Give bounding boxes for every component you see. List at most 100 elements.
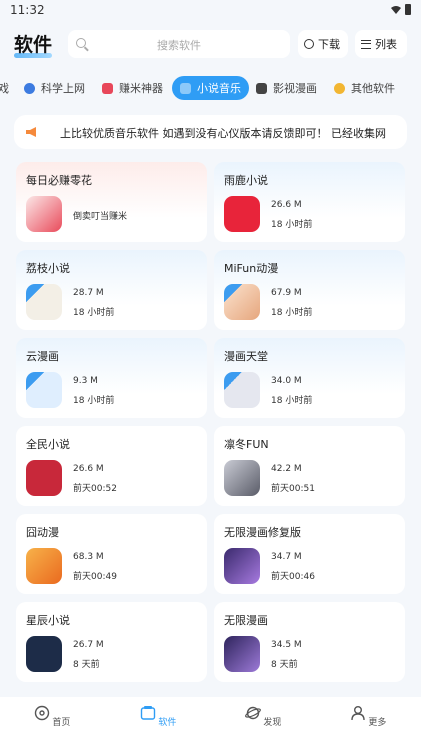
globe-icon — [24, 82, 35, 94]
app-updated: 前天00:49 — [73, 572, 117, 582]
nav-label: 软件 — [158, 718, 177, 728]
list-view-button[interactable]: 列表 — [355, 30, 407, 58]
download-button[interactable]: 下载 — [298, 30, 348, 58]
gift-icon — [102, 82, 113, 94]
tab-label: 科学上网 — [41, 82, 85, 95]
app-card[interactable]: 云漫画 9.3 M 18 小时前 — [16, 338, 207, 418]
header: 软件 搜索软件 下载 列表 — [0, 28, 421, 62]
app-card[interactable]: 无限漫画 34.5 M 8 天前 — [214, 602, 405, 682]
app-name: 星辰小说 — [26, 614, 70, 627]
quanmin-novel-icon — [26, 460, 62, 496]
infinite-comic-icon — [224, 636, 260, 672]
lindong-fun-icon — [224, 460, 260, 496]
nav-home[interactable]: 首页 — [22, 705, 82, 728]
app-name: 凛冬FUN — [224, 438, 269, 451]
app-card[interactable]: MiFun动漫 67.9 M 18 小时前 — [214, 250, 405, 330]
tab-label: 影视漫画 — [273, 82, 317, 95]
category-tabs: 戏 科学上网 赚米神器 小说音乐 +5 影视漫画 +1 其他软件 +6 — [0, 76, 421, 100]
app-size: 26.6 M — [73, 464, 104, 474]
nav-discover[interactable]: 发现 — [233, 705, 293, 728]
tab-label: 赚米神器 — [119, 82, 163, 95]
app-updated: 前天00:46 — [271, 572, 315, 582]
tab-earn[interactable]: 赚米神器 — [102, 76, 163, 100]
emoji-icon — [334, 82, 345, 94]
notice-text: 上比较优质音乐软件 如遇到没有心仪版本请反馈即可！ 已经收集网 — [60, 127, 386, 140]
nav-label: 首页 — [52, 718, 71, 728]
reward-app-icon — [26, 196, 62, 232]
nav-more[interactable]: 更多 — [338, 705, 398, 728]
tab-label: 戏 — [0, 82, 9, 95]
app-size: 34.5 M — [271, 640, 302, 650]
app-updated: 前天00:52 — [73, 484, 117, 494]
app-size: 34.7 M — [271, 552, 302, 562]
home-icon — [34, 705, 49, 721]
jiong-anime-icon — [26, 548, 62, 584]
app-updated: 8 天前 — [271, 660, 298, 670]
book-icon — [180, 82, 191, 94]
battery-icon — [405, 4, 411, 15]
yulu-novel-icon — [224, 196, 260, 232]
lizhi-novel-icon — [26, 284, 62, 320]
app-card[interactable]: 荔枝小说 28.7 M 18 小时前 — [16, 250, 207, 330]
app-name: 全民小说 — [26, 438, 70, 451]
app-updated: 8 天前 — [73, 660, 100, 670]
app-size: 42.2 M — [271, 464, 302, 474]
app-card[interactable]: 全民小说 26.6 M 前天00:52 — [16, 426, 207, 506]
comic-heaven-icon — [224, 372, 260, 408]
bottom-nav: 首页 软件 发现 更多 — [0, 697, 421, 749]
app-size: 68.3 M — [73, 552, 104, 562]
app-size: 26.6 M — [271, 200, 302, 210]
nav-label: 更多 — [368, 718, 387, 728]
page-title: 软件 — [14, 34, 53, 56]
list-label: 列表 — [375, 38, 397, 51]
app-updated: 18 小时前 — [271, 220, 313, 230]
app-card[interactable]: 囧动漫 68.3 M 前天00:49 — [16, 514, 207, 594]
app-description: 倒卖叮当赚米 — [73, 212, 128, 222]
discover-icon — [244, 706, 261, 720]
search-placeholder: 搜索软件 — [157, 39, 201, 52]
status-icons — [391, 4, 411, 15]
search-input[interactable]: 搜索软件 — [68, 30, 290, 58]
tab-games[interactable]: 戏 — [0, 76, 9, 100]
app-size: 67.9 M — [271, 288, 302, 298]
tab-other[interactable]: 其他软件 — [334, 76, 395, 100]
app-card[interactable]: 无限漫画修复版 34.7 M 前天00:46 — [214, 514, 405, 594]
app-updated: 前天00:51 — [271, 484, 315, 494]
app-card[interactable]: 凛冬FUN 42.2 M 前天00:51 — [214, 426, 405, 506]
wifi-icon — [391, 5, 401, 14]
tab-novel-music[interactable]: 小说音乐 — [172, 76, 249, 100]
app-card[interactable]: 星辰小说 26.7 M 8 天前 — [16, 602, 207, 682]
app-name: 雨鹿小说 — [224, 174, 268, 187]
status-time: 11:32 — [10, 3, 45, 17]
status-bar: 11:32 — [0, 0, 421, 22]
tab-video-comic[interactable]: 影视漫画 — [256, 76, 317, 100]
download-label: 下载 — [318, 38, 340, 51]
app-name: 漫画天堂 — [224, 350, 268, 363]
download-icon — [304, 39, 314, 49]
profile-icon — [350, 706, 365, 721]
infinite-comic-fix-icon — [224, 548, 260, 584]
app-updated: 18 小时前 — [73, 308, 115, 318]
list-icon — [361, 39, 371, 49]
nav-label: 发现 — [263, 718, 282, 728]
app-name: 无限漫画 — [224, 614, 268, 627]
app-card[interactable]: 雨鹿小说 26.6 M 18 小时前 — [214, 162, 405, 242]
app-name: 囧动漫 — [26, 526, 59, 539]
app-name: 无限漫画修复版 — [224, 526, 301, 539]
app-updated: 18 小时前 — [271, 396, 313, 406]
app-card[interactable]: 漫画天堂 34.0 M 18 小时前 — [214, 338, 405, 418]
tab-label: 小说音乐 — [197, 82, 241, 95]
app-size: 26.7 M — [73, 640, 104, 650]
app-card[interactable]: 每日必赚零花 倒卖叮当赚米 — [16, 162, 207, 242]
app-name: 每日必赚零花 — [26, 174, 92, 187]
tab-vpn[interactable]: 科学上网 — [24, 76, 85, 100]
notice-bar[interactable]: 上比较优质音乐软件 如遇到没有心仪版本请反馈即可！ 已经收集网 — [14, 115, 407, 149]
tab-label: 其他软件 — [351, 82, 395, 95]
tv-icon — [256, 82, 267, 94]
app-size: 9.3 M — [73, 376, 98, 386]
app-size: 34.0 M — [271, 376, 302, 386]
star-novel-icon — [26, 636, 62, 672]
app-name: 云漫画 — [26, 350, 59, 363]
nav-software[interactable]: 软件 — [128, 705, 188, 728]
software-icon — [140, 706, 155, 720]
